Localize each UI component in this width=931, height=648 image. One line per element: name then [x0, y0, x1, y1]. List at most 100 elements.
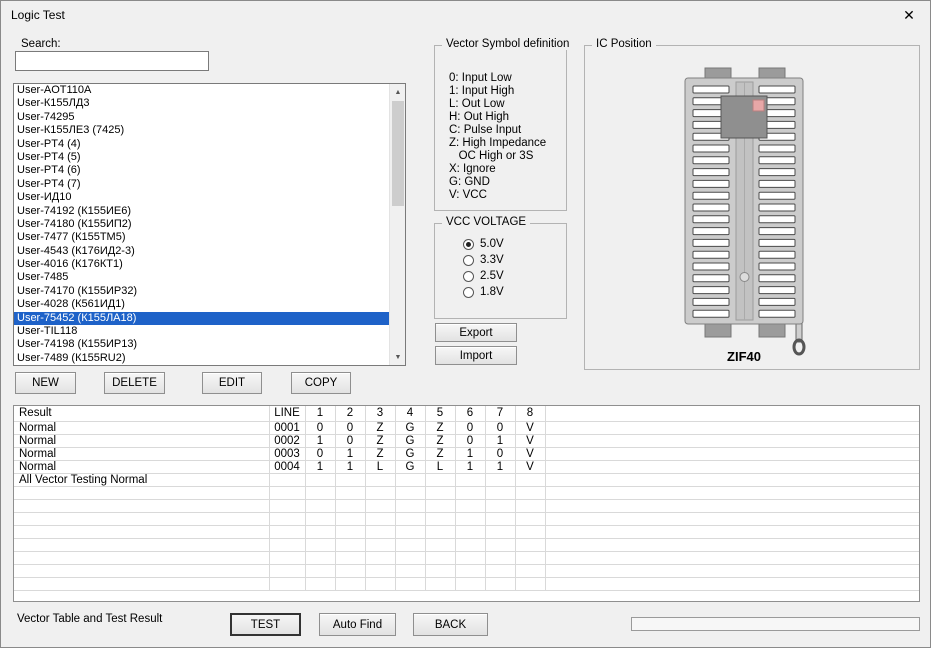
column-header: 6: [455, 406, 485, 421]
back-button[interactable]: BACK: [413, 613, 488, 636]
result-table-wrap: ResultLINE12345678 Normal000100ZGZ00VNor…: [13, 405, 920, 602]
table-row[interactable]: Normal000210ZGZ01V: [14, 434, 919, 447]
column-header: 7: [485, 406, 515, 421]
search-input[interactable]: [15, 51, 209, 71]
table-row[interactable]: [14, 512, 919, 525]
table-body: Normal000100ZGZ00VNormal000210ZGZ01VNorm…: [14, 421, 919, 590]
delete-button[interactable]: DELETE: [104, 372, 165, 394]
list-item[interactable]: User-75452 (К155ЛА18): [14, 312, 389, 325]
vector-symbol-group-title: Vector Symbol definition: [442, 38, 573, 50]
device-list-box: User-AOT110AUser-К155ЛД3User-74295User-К…: [13, 83, 406, 366]
symbol-definition-line: L: Out Low: [449, 98, 562, 111]
list-item[interactable]: User-AOT110A: [14, 84, 389, 97]
list-item[interactable]: User-4028 (К561ИД1): [14, 298, 389, 311]
test-button[interactable]: TEST: [230, 613, 301, 636]
radio-icon[interactable]: [463, 239, 474, 250]
table-row[interactable]: Normal000301ZGZ10V: [14, 447, 919, 460]
device-list: User-AOT110AUser-К155ЛД3User-74295User-К…: [14, 84, 389, 365]
list-item[interactable]: User-74170 (К155ИР32): [14, 285, 389, 298]
symbol-definition-line: H: Out High: [449, 111, 562, 124]
edit-button[interactable]: EDIT: [202, 372, 262, 394]
progress-bar: [631, 617, 920, 631]
auto-find-button[interactable]: Auto Find: [319, 613, 396, 636]
column-header: 3: [365, 406, 395, 421]
table-row[interactable]: [14, 551, 919, 564]
radio-label: 1.8V: [480, 286, 504, 298]
table-row[interactable]: [14, 525, 919, 538]
column-header: Result: [14, 406, 269, 421]
close-button[interactable]: ✕: [898, 5, 920, 25]
list-item[interactable]: User-PT4 (4): [14, 138, 389, 151]
table-row[interactable]: [14, 486, 919, 499]
table-header-row: ResultLINE12345678: [14, 406, 919, 421]
list-item[interactable]: User-TIL118: [14, 325, 389, 338]
ic-position-group: IC Position ZIF40: [584, 45, 920, 370]
list-item[interactable]: User-7489 (К155RU2): [14, 352, 389, 365]
list-item[interactable]: User-7485: [14, 271, 389, 284]
scrollbar-down-icon[interactable]: ▼: [390, 349, 406, 365]
vcc-voltage-group: VCC VOLTAGE 5.0V3.3V2.5V1.8V: [434, 223, 567, 319]
list-item[interactable]: User-74192 (К155ИЕ6): [14, 205, 389, 218]
table-row[interactable]: Normal000100ZGZ00V: [14, 421, 919, 434]
radio-icon[interactable]: [463, 271, 474, 282]
list-item[interactable]: User-74180 (К155ИП2): [14, 218, 389, 231]
symbol-definition-line: OC High or 3S: [449, 150, 562, 163]
vector-symbol-group: Vector Symbol definition 0: Input Low1: …: [434, 45, 567, 211]
symbol-definition-line: V: VCC: [449, 189, 562, 202]
import-button[interactable]: Import: [435, 346, 517, 365]
symbol-definition-line: C: Pulse Input: [449, 124, 562, 137]
radio-icon[interactable]: [463, 255, 474, 266]
list-item[interactable]: User-7477 (К155ТМ5): [14, 231, 389, 244]
list-item[interactable]: User-74295: [14, 111, 389, 124]
table-row[interactable]: Normal000411LGL11V: [14, 460, 919, 473]
column-header: 8: [515, 406, 545, 421]
scrollbar-up-icon[interactable]: ▲: [390, 84, 406, 100]
copy-button[interactable]: COPY: [291, 372, 351, 394]
symbol-definition-line: 1: Input High: [449, 85, 562, 98]
column-header: 2: [335, 406, 365, 421]
vcc-option-5.0V[interactable]: 5.0V: [463, 236, 504, 252]
radio-label: 2.5V: [480, 270, 504, 282]
column-header: 5: [425, 406, 455, 421]
list-item[interactable]: User-К155ЛД3: [14, 97, 389, 110]
list-scrollbar[interactable]: ▲ ▼: [389, 84, 405, 365]
symbol-definition-line: X: Ignore: [449, 163, 562, 176]
radio-label: 3.3V: [480, 254, 504, 266]
table-row[interactable]: All Vector Testing Normal: [14, 473, 919, 486]
new-button[interactable]: NEW: [15, 372, 76, 394]
list-item[interactable]: User-PT4 (7): [14, 178, 389, 191]
list-item[interactable]: User-74198 (К155ИР13): [14, 338, 389, 351]
vcc-option-2.5V[interactable]: 2.5V: [463, 268, 504, 284]
vcc-voltage-group-title: VCC VOLTAGE: [442, 216, 530, 228]
vcc-option-1.8V[interactable]: 1.8V: [463, 284, 504, 300]
export-button[interactable]: Export: [435, 323, 517, 342]
column-header: 4: [395, 406, 425, 421]
table-row[interactable]: [14, 538, 919, 551]
symbol-definition-line: G: GND: [449, 176, 562, 189]
zif-socket-graphic: [585, 46, 921, 371]
column-header-filler: [545, 406, 919, 421]
list-item[interactable]: User-К155ЛЕ3 (7425): [14, 124, 389, 137]
table-row[interactable]: [14, 499, 919, 512]
result-table: ResultLINE12345678 Normal000100ZGZ00VNor…: [14, 406, 919, 591]
status-text: Vector Table and Test Result: [17, 613, 162, 625]
list-item[interactable]: User-4016 (К176КТ1): [14, 258, 389, 271]
table-row[interactable]: [14, 577, 919, 590]
vector-symbol-lines: 0: Input Low1: Input HighL: Out LowH: Ou…: [449, 72, 562, 202]
socket-label: ZIF40: [685, 349, 803, 364]
list-item[interactable]: User-4543 (К176ИД2-3): [14, 245, 389, 258]
vcc-options: 5.0V 3.3V 2.5V 1.8V: [463, 236, 504, 300]
radio-label: 5.0V: [480, 238, 504, 250]
table-row[interactable]: [14, 564, 919, 577]
window-title: Logic Test: [11, 8, 65, 22]
radio-icon[interactable]: [463, 287, 474, 298]
column-header: LINE: [269, 406, 305, 421]
symbol-definition-line: 0: Input Low: [449, 72, 562, 85]
list-item[interactable]: User-PT4 (6): [14, 164, 389, 177]
scrollbar-thumb[interactable]: [392, 101, 404, 206]
list-item[interactable]: User-PT4 (5): [14, 151, 389, 164]
logic-test-window: Logic Test ✕ Search: User-AOT110AUser-К1…: [0, 0, 931, 648]
vcc-option-3.3V[interactable]: 3.3V: [463, 252, 504, 268]
column-header: 1: [305, 406, 335, 421]
list-item[interactable]: User-ИД10: [14, 191, 389, 204]
